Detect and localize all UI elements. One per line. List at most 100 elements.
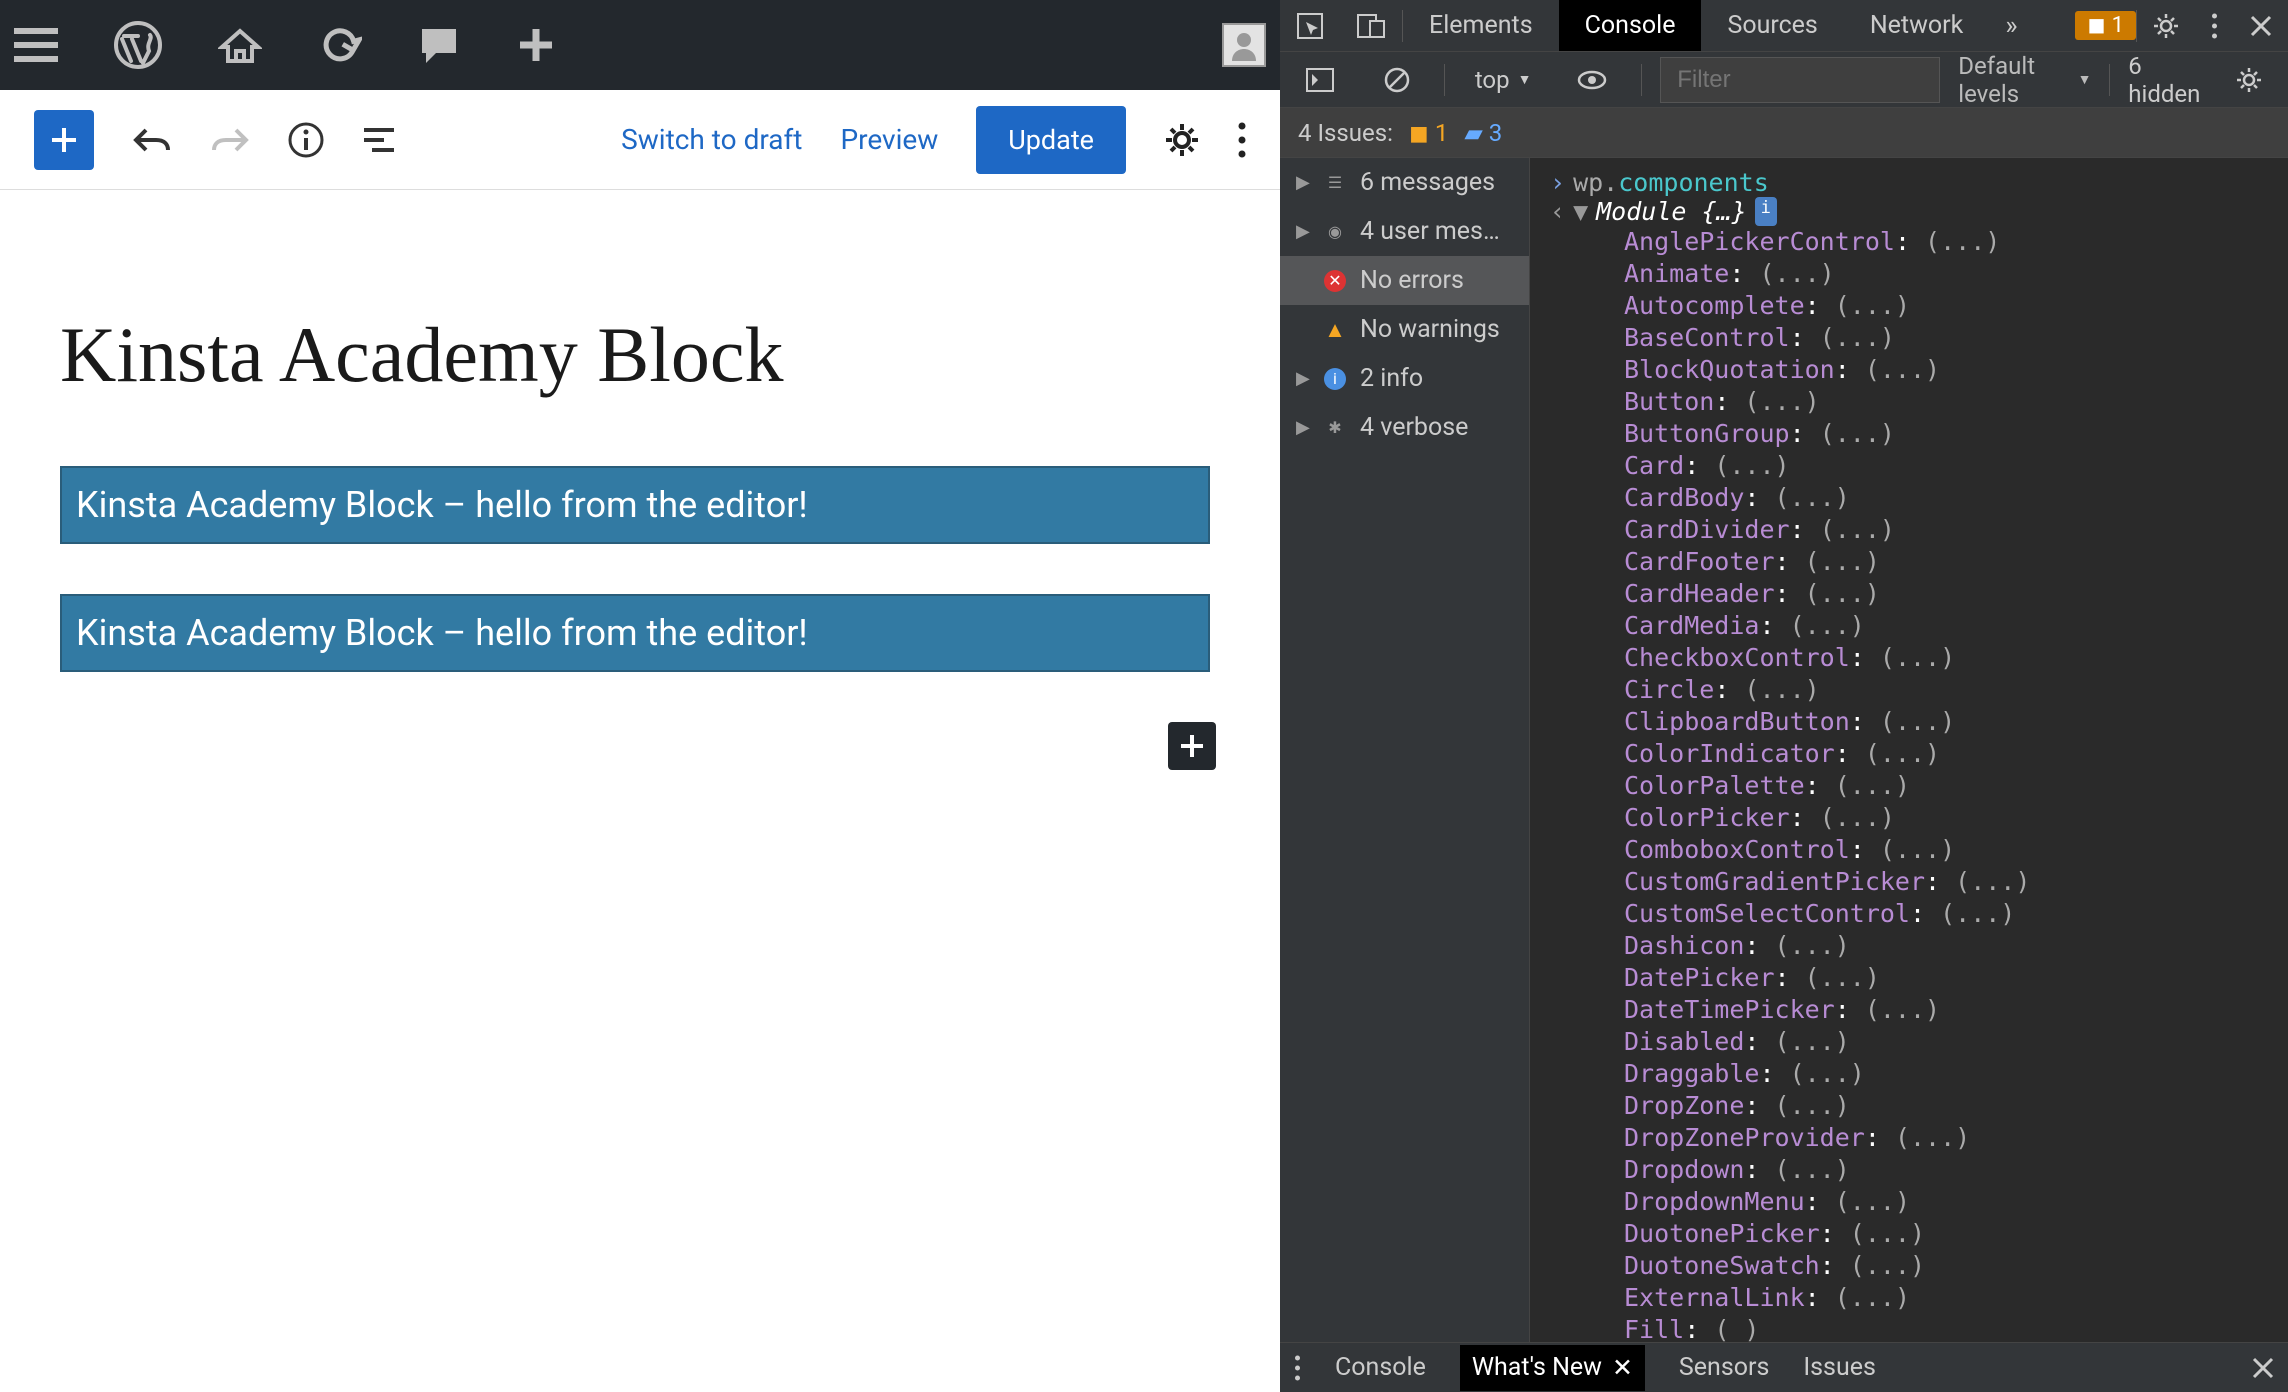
console-property[interactable]: Disabled: (...) [1624, 1026, 2268, 1058]
filter-input[interactable] [1660, 57, 1940, 103]
console-property[interactable]: Fill: ( ) [1624, 1314, 2268, 1342]
tabs-overflow-icon[interactable]: » [1989, 0, 2033, 51]
console-property[interactable]: CardBody: (...) [1624, 482, 2268, 514]
add-block-below-button[interactable] [1168, 722, 1216, 770]
console-property[interactable]: AnglePickerControl: (...) [1624, 226, 2268, 258]
console-property[interactable]: CardHeader: (...) [1624, 578, 2268, 610]
comment-icon[interactable] [418, 25, 460, 65]
console-property[interactable]: Dropdown: (...) [1624, 1154, 2268, 1186]
update-button[interactable]: Update [976, 106, 1126, 174]
console-property[interactable]: DropZone: (...) [1624, 1090, 2268, 1122]
drawer-more-icon[interactable] [1294, 1355, 1301, 1381]
console-property[interactable]: DateTimePicker: (...) [1624, 994, 2268, 1026]
devtools-more-icon[interactable] [2195, 0, 2234, 51]
console-property[interactable]: CardDivider: (...) [1624, 514, 2268, 546]
console-property[interactable]: Autocomplete: (...) [1624, 290, 2268, 322]
console-property[interactable]: CardMedia: (...) [1624, 610, 2268, 642]
console-property[interactable]: ClipboardButton: (...) [1624, 706, 2268, 738]
preview-button[interactable]: Preview [840, 123, 938, 156]
menu-icon[interactable] [14, 28, 58, 62]
devtools-settings-icon[interactable] [2137, 0, 2195, 51]
console-property[interactable]: Animate: (...) [1624, 258, 2268, 290]
tab-elements[interactable]: Elements [1403, 0, 1559, 51]
console-property[interactable]: CardFooter: (...) [1624, 546, 2268, 578]
console-property[interactable]: ExternalLink: (...) [1624, 1282, 2268, 1314]
console-property[interactable]: ColorPicker: (...) [1624, 802, 2268, 834]
console-property[interactable]: Button: (...) [1624, 386, 2268, 418]
switch-to-draft-button[interactable]: Switch to draft [621, 123, 802, 156]
console-property[interactable]: CheckboxControl: (...) [1624, 642, 2268, 674]
devtools-tabs: Elements Console Sources Network » ◼1 [1280, 0, 2288, 52]
editor-toolbar: Switch to draft Preview Update [0, 90, 1280, 190]
console-property[interactable]: DuotonePicker: (...) [1624, 1218, 2268, 1250]
console-property[interactable]: ButtonGroup: (...) [1624, 418, 2268, 450]
wp-admin-bar [0, 0, 1280, 90]
editor-body: Kinsta Academy Block Kinsta Academy Bloc… [0, 190, 1280, 890]
tab-sources[interactable]: Sources [1701, 0, 1843, 51]
add-new-icon[interactable] [516, 25, 556, 65]
block-2[interactable]: Kinsta Academy Block – hello from the ed… [60, 594, 1210, 672]
drawer-close-icon[interactable] [2252, 1357, 2274, 1379]
console-property[interactable]: DropZoneProvider: (...) [1624, 1122, 2268, 1154]
console-property[interactable]: BaseControl: (...) [1624, 322, 2268, 354]
drawer-tab-issues[interactable]: Issues [1803, 1353, 1876, 1382]
sidebar-verbose[interactable]: ▶✱4 verbose [1280, 403, 1529, 452]
home-icon[interactable] [218, 25, 262, 65]
tab-network[interactable]: Network [1844, 0, 1989, 51]
sidebar-toggle-icon[interactable] [1290, 52, 1350, 107]
undo-button[interactable] [132, 124, 172, 156]
console-property[interactable]: DuotoneSwatch: (...) [1624, 1250, 2268, 1282]
console-property[interactable]: Draggable: (...) [1624, 1058, 2268, 1090]
console-toolbar: top▼ Default levels▼ 6 hidden [1280, 52, 2288, 108]
context-select[interactable]: top▼ [1463, 66, 1544, 94]
settings-icon[interactable] [1164, 122, 1200, 158]
console-property[interactable]: ColorIndicator: (...) [1624, 738, 2268, 770]
info-button[interactable] [288, 122, 324, 158]
levels-select[interactable]: Default levels▼ [1958, 52, 2091, 108]
console-property[interactable]: CustomGradientPicker: (...) [1624, 866, 2268, 898]
console-property[interactable]: Card: (...) [1624, 450, 2268, 482]
console-settings-icon[interactable] [2220, 52, 2278, 107]
refresh-icon[interactable] [318, 23, 362, 67]
drawer-tab-sensors[interactable]: Sensors [1679, 1353, 1769, 1382]
outline-button[interactable] [362, 126, 396, 154]
block-1[interactable]: Kinsta Academy Block – hello from the ed… [60, 466, 1210, 544]
issues-bar: 4 Issues: ◼1 ▰3 [1280, 108, 2288, 158]
more-menu-icon[interactable] [1238, 122, 1246, 158]
issues-label: 4 Issues: [1298, 119, 1393, 147]
inspect-icon[interactable] [1280, 0, 1340, 51]
console-property[interactable]: Dashicon: (...) [1624, 930, 2268, 962]
tab-console[interactable]: Console [1559, 0, 1702, 51]
console-output[interactable]: › wp.components ‹ ▼Module {…} i AnglePic… [1530, 158, 2288, 1342]
add-block-button[interactable] [34, 110, 94, 170]
sidebar-messages[interactable]: ▶☰6 messages [1280, 158, 1529, 207]
sidebar-user-messages[interactable]: ▶◉4 user mes… [1280, 207, 1529, 256]
devtools-close-icon[interactable] [2234, 0, 2288, 51]
drawer-tab-whats-new[interactable]: What's New✕ [1460, 1345, 1645, 1391]
issues-warn-badge[interactable]: ◼1 [1409, 119, 1448, 147]
issues-chip[interactable]: ◼1 [2075, 11, 2136, 40]
console-property[interactable]: BlockQuotation: (...) [1624, 354, 2268, 386]
console-property[interactable]: CustomSelectControl: (...) [1624, 898, 2268, 930]
sidebar-no-warnings[interactable]: ▲No warnings [1280, 305, 1529, 354]
message-sidebar: ▶☰6 messages ▶◉4 user mes… ✕No errors ▲N… [1280, 158, 1530, 1342]
redo-button[interactable] [210, 124, 250, 156]
console-property[interactable]: DatePicker: (...) [1624, 962, 2268, 994]
drawer-tab-console[interactable]: Console [1335, 1353, 1426, 1382]
close-icon[interactable]: ✕ [1612, 1353, 1633, 1383]
post-title[interactable]: Kinsta Academy Block [60, 310, 1220, 400]
console-property[interactable]: ComboboxControl: (...) [1624, 834, 2268, 866]
sidebar-info[interactable]: ▶i2 info [1280, 354, 1529, 403]
console-property[interactable]: Circle: (...) [1624, 674, 2268, 706]
avatar[interactable] [1222, 23, 1266, 67]
sidebar-no-errors[interactable]: ✕No errors [1280, 256, 1529, 305]
device-toggle-icon[interactable] [1340, 0, 1402, 51]
clear-console-icon[interactable] [1368, 52, 1426, 107]
live-expression-icon[interactable] [1561, 52, 1623, 107]
console-property[interactable]: ColorPalette: (...) [1624, 770, 2268, 802]
issues-info-badge[interactable]: ▰3 [1464, 119, 1502, 147]
console-property[interactable]: DropdownMenu: (...) [1624, 1186, 2268, 1218]
wordpress-logo-icon[interactable] [114, 21, 162, 69]
info-badge-icon[interactable]: i [1755, 197, 1777, 226]
hidden-count: 6 hidden [2128, 52, 2202, 108]
